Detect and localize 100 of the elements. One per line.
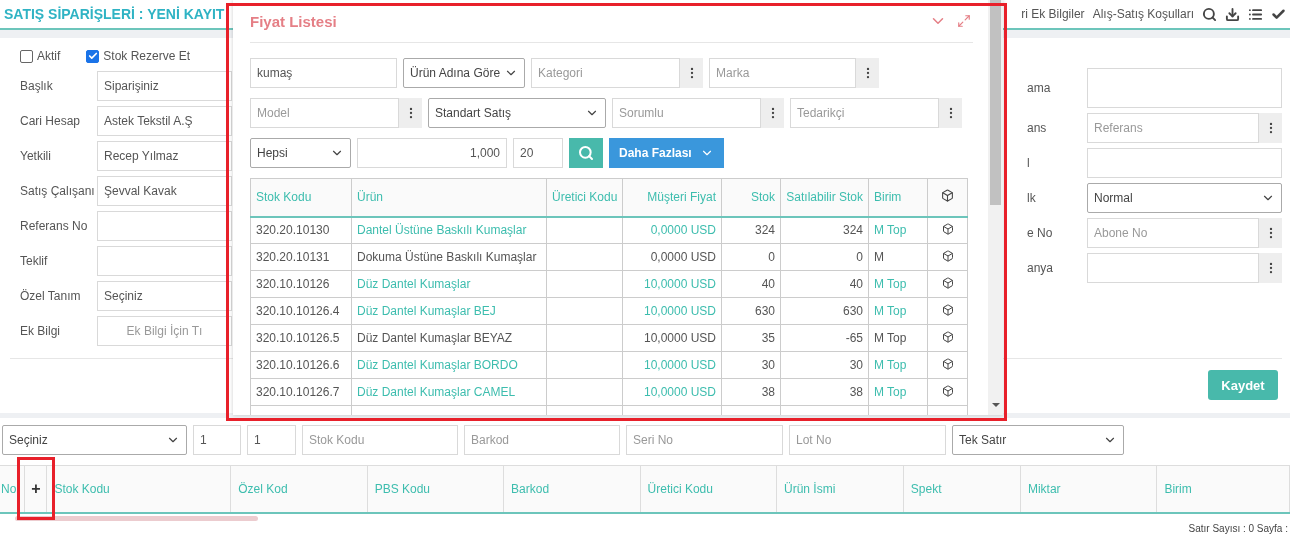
- checkbox[interactable]: [20, 49, 33, 63]
- field-label: anya: [1027, 261, 1055, 275]
- dialog-title: Fiyat Listesi: [250, 12, 337, 30]
- box-icon[interactable]: [941, 276, 954, 289]
- select-field[interactable]: Tek Satır: [952, 425, 1124, 455]
- table-cell: M Top: [868, 297, 928, 325]
- box-icon[interactable]: [941, 357, 954, 370]
- input-field[interactable]: Şevval Kavak: [97, 176, 232, 206]
- table-cell: 10,0000 USD: [622, 378, 722, 406]
- column-header: Spekt: [903, 466, 1021, 512]
- table-cell: 30: [721, 351, 781, 379]
- column-header: Barkod: [504, 466, 641, 512]
- table-cell: 320.10.10126.6: [250, 351, 352, 379]
- input-field[interactable]: Siparişiniz: [97, 71, 232, 101]
- table-cell: 10,0000 USD: [622, 270, 722, 298]
- field-label: ama: [1027, 81, 1052, 95]
- input-field[interactable]: [1087, 253, 1259, 283]
- table-cell: 0,0000 USD: [622, 243, 722, 271]
- input-field[interactable]: Recep Yılmaz: [97, 141, 232, 171]
- checkbox-label: Aktif: [37, 49, 61, 63]
- field-label: ans: [1027, 121, 1048, 135]
- table-cell: 320.10.10126: [250, 270, 352, 298]
- box-icon[interactable]: [941, 249, 954, 262]
- search-icon[interactable]: [1202, 6, 1217, 22]
- input-field[interactable]: Astek Tekstil A.Ş: [97, 106, 232, 136]
- select-field[interactable]: Seçiniz: [2, 425, 187, 455]
- table-cell: 35: [721, 324, 781, 352]
- download-icon[interactable]: [1225, 6, 1240, 22]
- table-cell: -65: [780, 324, 869, 352]
- field-label: Satış Çalışanı: [20, 184, 96, 198]
- column-header: No: [0, 466, 26, 512]
- column-header: Stok: [721, 178, 781, 217]
- field-label: Cari Hesap: [20, 114, 82, 128]
- field-label: Başlık: [20, 79, 54, 93]
- table-cell: 10,0000 USD: [622, 324, 722, 352]
- table-cell: M Top: [868, 378, 928, 406]
- checkbox[interactable]: [86, 49, 100, 63]
- search-icon: [578, 145, 594, 161]
- input-field[interactable]: [97, 246, 232, 276]
- column-header: Stok Kodu: [250, 178, 352, 217]
- box-icon[interactable]: [941, 303, 954, 316]
- column-header: Üretici Kodu: [546, 178, 623, 217]
- expand-icon[interactable]: [957, 14, 971, 28]
- input-field[interactable]: [1087, 148, 1282, 178]
- box-icon[interactable]: [941, 330, 954, 343]
- table-cell: 40: [780, 270, 869, 298]
- select-field[interactable]: Ürün Adına Göre: [403, 58, 525, 88]
- table-cell: 0,0000 USD: [622, 216, 722, 244]
- column-header: Birim: [1157, 466, 1290, 512]
- search-button[interactable]: [569, 138, 603, 168]
- input-field[interactable]: [97, 211, 232, 241]
- column-header: Birim: [868, 178, 928, 217]
- header-link[interactable]: ri Ek Bilgiler: [1021, 7, 1085, 21]
- column-header: PBS Kodu: [367, 466, 505, 512]
- column-header: Miktar: [1020, 466, 1158, 512]
- select-field[interactable]: Hepsi: [250, 138, 351, 168]
- box-icon[interactable]: [941, 384, 954, 397]
- add-row-button[interactable]: +: [25, 466, 48, 512]
- page-title: SATIŞ SİPARİŞLERİ : YENİ KAYIT: [4, 6, 225, 22]
- table-cell: 0: [721, 243, 781, 271]
- field-label: Yetkili: [20, 149, 52, 163]
- table-cell: Düz Dantel Kumaşlar BEYAZ: [351, 324, 547, 352]
- column-header: Müşteri Fiyat: [622, 178, 722, 217]
- input-field[interactable]: 1: [193, 425, 241, 455]
- select-field[interactable]: Normal: [1087, 183, 1282, 213]
- table-cell: 320.20.10131: [250, 243, 352, 271]
- table-cell: 40: [721, 270, 781, 298]
- table-cell: M Top: [868, 270, 928, 298]
- status-text: Satır Sayısı : 0 Sayfa :: [1188, 523, 1289, 535]
- box-icon: [941, 189, 954, 203]
- column-header: Stok Kodu: [47, 466, 232, 512]
- table-cell: M Top: [868, 216, 928, 244]
- input-field[interactable]: 20: [513, 138, 563, 168]
- input-field[interactable]: Seçiniz: [97, 281, 232, 311]
- table-cell: 38: [721, 378, 781, 406]
- table-cell: 320.20.10130: [250, 216, 352, 244]
- table-cell: Dokuma Üstüne Baskılı Kumaşlar: [351, 243, 547, 271]
- list-icon[interactable]: [1248, 6, 1263, 22]
- column-header: Üretici Kodu: [640, 466, 777, 512]
- check-icon[interactable]: [1271, 6, 1286, 22]
- scrollbar[interactable]: [988, 0, 1003, 415]
- input-field[interactable]: 1: [247, 425, 296, 455]
- table-cell: M: [868, 243, 928, 271]
- table-cell: 320.10.10126.7: [250, 378, 352, 406]
- column-header: Özel Kod: [231, 466, 368, 512]
- text-area-field[interactable]: [1087, 68, 1282, 108]
- field-label: Referans No: [20, 219, 89, 233]
- table-cell: 10,0000 USD: [622, 351, 722, 379]
- field-label: lk: [1027, 191, 1037, 205]
- table-cell: 10,0000 USD: [622, 297, 722, 325]
- field-label: e No: [1027, 226, 1054, 240]
- box-icon[interactable]: [941, 222, 954, 235]
- table-cell: 38: [780, 378, 869, 406]
- table-cell: 30: [780, 351, 869, 379]
- scrollbar[interactable]: [15, 516, 258, 521]
- input-field[interactable]: kumaş: [250, 58, 397, 88]
- input-field[interactable]: 1,000: [357, 138, 507, 168]
- header-link[interactable]: Alış-Satış Koşulları: [1092, 7, 1194, 21]
- field-label: l: [1027, 156, 1031, 170]
- select-field[interactable]: Standart Satış: [428, 98, 606, 128]
